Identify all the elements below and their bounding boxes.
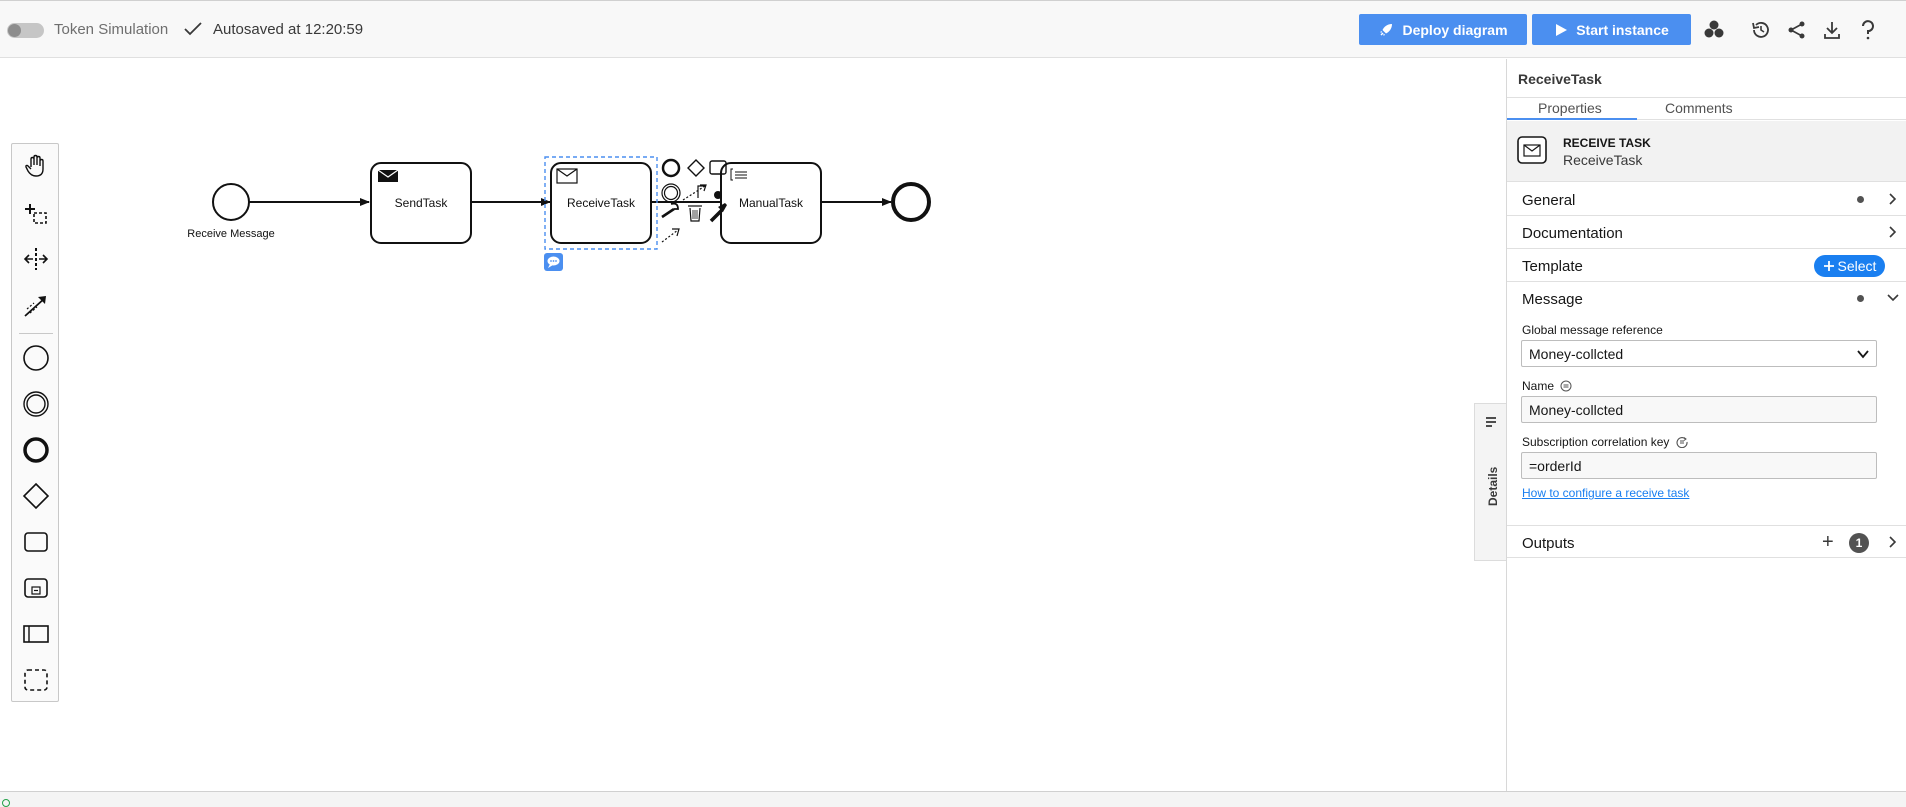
receive-task-help-link[interactable]: How to configure a receive task bbox=[1522, 486, 1689, 500]
start-event[interactable] bbox=[212, 183, 250, 221]
group-outputs[interactable]: Outputs + 1 bbox=[1507, 525, 1906, 558]
group-general-label: General bbox=[1522, 192, 1576, 209]
append-end-event-icon[interactable] bbox=[661, 158, 681, 178]
tab-properties[interactable]: Properties bbox=[1538, 100, 1602, 116]
toggle-knob bbox=[8, 24, 21, 37]
feel-required-icon[interactable] bbox=[1676, 436, 1688, 449]
top-border bbox=[0, 0, 1906, 1]
global-message-value: Money-collcted bbox=[1529, 346, 1624, 362]
group-message-label: Message bbox=[1522, 291, 1583, 308]
send-task-label: SendTask bbox=[395, 196, 449, 210]
group-message[interactable]: Message bbox=[1507, 282, 1906, 315]
append-connection-icon[interactable] bbox=[661, 228, 680, 243]
name-value: Money-collcted bbox=[1529, 402, 1624, 418]
play-icon bbox=[1556, 23, 1568, 36]
receive-task-icon bbox=[1517, 136, 1547, 164]
correlation-key-input[interactable]: =orderId bbox=[1521, 452, 1877, 479]
deploy-label: Deploy diagram bbox=[1402, 21, 1508, 38]
manual-task-label: ManualTask bbox=[739, 196, 804, 210]
global-message-label: Global message reference bbox=[1522, 323, 1663, 337]
tab-comments[interactable]: Comments bbox=[1665, 100, 1733, 116]
checkmark-icon bbox=[184, 22, 202, 36]
details-panel-toggle[interactable]: Details bbox=[1474, 403, 1507, 561]
task-tool-icon[interactable] bbox=[20, 526, 52, 558]
end-event[interactable] bbox=[891, 182, 931, 222]
element-type: RECEIVE TASK bbox=[1563, 136, 1651, 150]
chevron-right-icon bbox=[1889, 193, 1897, 205]
name-label: Name bbox=[1522, 379, 1572, 393]
properties-panel: ReceiveTask Properties Comments RECEIVE … bbox=[1506, 59, 1906, 791]
group-outputs-label: Outputs bbox=[1522, 535, 1575, 552]
group-documentation[interactable]: Documentation bbox=[1507, 216, 1906, 249]
chevron-right-icon bbox=[1889, 536, 1897, 548]
comment-badge-icon[interactable] bbox=[544, 253, 563, 271]
name-input[interactable]: Money-collcted bbox=[1521, 396, 1877, 423]
token-simulation-toggle[interactable] bbox=[7, 23, 44, 38]
download-icon[interactable] bbox=[1820, 18, 1844, 42]
history-icon[interactable] bbox=[1749, 18, 1773, 42]
deploy-diagram-button[interactable]: Deploy diagram bbox=[1359, 14, 1527, 45]
chevron-down-icon bbox=[1887, 294, 1899, 302]
status-bar bbox=[0, 791, 1906, 807]
group-documentation-label: Documentation bbox=[1522, 225, 1623, 242]
group-tool-icon[interactable] bbox=[20, 664, 52, 696]
autosave-status: Autosaved at 12:20:59 bbox=[213, 21, 364, 38]
start-event-label: Receive Message bbox=[187, 228, 274, 240]
element-name: ReceiveTask bbox=[1563, 152, 1643, 168]
append-gateway-icon[interactable] bbox=[687, 159, 705, 177]
active-tab-indicator bbox=[1507, 118, 1637, 120]
help-icon[interactable] bbox=[1856, 18, 1880, 42]
data-indicator-dot bbox=[1857, 295, 1864, 302]
end-event-tool-icon[interactable] bbox=[20, 434, 52, 466]
plus-icon bbox=[1823, 261, 1834, 271]
template-select-label: Select bbox=[1837, 258, 1877, 274]
correlation-value: =orderId bbox=[1529, 458, 1582, 474]
change-type-icon[interactable] bbox=[661, 202, 679, 219]
panel-title: ReceiveTask bbox=[1518, 71, 1602, 87]
status-indicator-icon bbox=[2, 799, 10, 807]
gateway-tool-icon[interactable] bbox=[20, 480, 52, 512]
camunda-ai-icon[interactable] bbox=[1702, 18, 1726, 42]
token-simulation-label: Token Simulation bbox=[54, 21, 169, 38]
element-header: RECEIVE TASK ReceiveTask bbox=[1507, 121, 1906, 182]
correlation-label-text: Subscription correlation key bbox=[1522, 435, 1670, 449]
connection-handle bbox=[697, 185, 705, 198]
details-label: Details bbox=[1486, 466, 1500, 506]
chevron-down-icon bbox=[1857, 350, 1869, 359]
feel-optional-icon[interactable] bbox=[1560, 380, 1572, 392]
add-output-plus-icon[interactable]: + bbox=[1822, 532, 1834, 552]
name-label-text: Name bbox=[1522, 379, 1555, 393]
data-indicator-dot bbox=[1857, 196, 1864, 203]
text-lines-icon bbox=[1486, 417, 1496, 427]
delete-icon[interactable] bbox=[688, 205, 702, 222]
correlation-label: Subscription correlation key bbox=[1522, 435, 1688, 449]
rocket-icon bbox=[1380, 23, 1393, 36]
tab-divider bbox=[1637, 119, 1906, 120]
append-intermediate-event-icon[interactable] bbox=[661, 183, 681, 203]
global-message-select[interactable]: Money-collcted bbox=[1521, 340, 1877, 367]
bpmn-diagram: Receive Message SendTask ReceiveTask Man… bbox=[187, 156, 931, 271]
diagram-canvas[interactable]: Receive Message SendTask ReceiveTask Man… bbox=[0, 59, 1507, 807]
template-select-button[interactable]: Select bbox=[1814, 255, 1885, 277]
subprocess-tool-icon[interactable] bbox=[20, 572, 52, 604]
start-label: Start instance bbox=[1576, 21, 1669, 38]
share-icon[interactable] bbox=[1785, 18, 1809, 42]
connection-endpoint bbox=[714, 191, 722, 199]
receive-task-label: ReceiveTask bbox=[567, 196, 636, 210]
chevron-right-icon bbox=[1889, 226, 1897, 238]
connect-icon[interactable] bbox=[682, 184, 707, 201]
group-template-label: Template bbox=[1522, 258, 1583, 275]
pool-tool-icon[interactable] bbox=[20, 618, 52, 650]
group-general[interactable]: General bbox=[1507, 183, 1906, 216]
panel-tabs: Properties Comments bbox=[1507, 97, 1906, 120]
outputs-count-badge: 1 bbox=[1849, 533, 1869, 553]
intermediate-event-tool-icon[interactable] bbox=[20, 388, 52, 420]
group-template: Template Select bbox=[1507, 249, 1906, 282]
start-instance-button[interactable]: Start instance bbox=[1532, 14, 1691, 45]
top-toolbar: Token Simulation Autosaved at 12:20:59 D… bbox=[0, 0, 1906, 58]
